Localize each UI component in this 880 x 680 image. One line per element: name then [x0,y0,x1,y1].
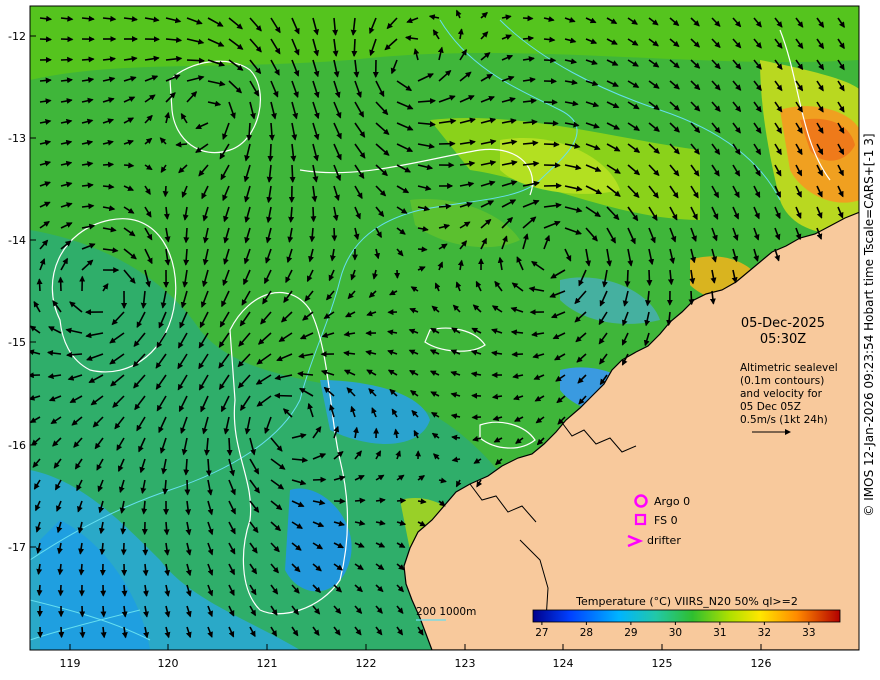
map-time: 05:30Z [760,332,806,347]
velocity-arrow [100,605,107,618]
y-tick-label: -13 [8,132,26,145]
map-date: 05-Dec-2025 [741,316,825,331]
velocity-arrow [417,246,428,253]
velocity-arrow [39,77,52,84]
x-tick-label: 121 [257,657,278,670]
velocity-arrow [354,497,366,504]
velocity-arrow [39,36,52,43]
velocity-arrow [438,203,452,210]
argo-label: Argo 0 [654,495,690,508]
colorbar-gradient [532,609,841,623]
x-tick-label: 120 [158,657,179,670]
velocity-arrow [183,227,190,244]
x-tick-label: 125 [652,657,673,670]
velocity-arrow [624,269,631,288]
velocity-arrow [142,542,149,556]
fs-label: FS 0 [654,514,678,527]
credit-strip: © IMOS 12-Jan-2026 09:23:54 Hobart time … [858,0,880,650]
velocity-arrow [646,269,653,287]
y-tick-label: -15 [8,336,26,349]
contour-key: 200 1000m [416,606,476,621]
velocity-arrow [79,626,86,639]
velocity-arrow [175,141,188,148]
velocity-arrow [162,185,169,198]
velocity-arrow [57,584,64,597]
x-tick-label: 122 [356,657,377,670]
sst-map: 119 120 121 122 123 124 125 126 -12 -13 … [8,5,860,670]
velocity-arrow [471,414,482,421]
colorbar-tick-label: 29 [624,627,637,639]
velocity-arrow [417,498,427,505]
velocity-arrow [310,206,317,223]
velocity-arrow [99,542,106,556]
velocity-arrow [78,563,85,576]
info-line: (0.1m contours) [740,375,824,387]
velocity-arrow [267,143,274,162]
velocity-arrow [274,392,293,399]
velocity-arrow [522,35,535,42]
drifter-label: drifter [647,534,681,547]
y-tick-label: -12 [8,30,26,43]
colorbar-tick-label: 28 [580,627,593,639]
velocity-arrow [543,57,557,64]
velocity-arrow [123,162,135,169]
velocity-arrow [471,392,482,399]
x-tick-label: 124 [553,657,574,670]
velocity-arrow [142,563,149,577]
velocity-arrow [289,164,296,183]
velocity-arrow [511,351,524,358]
velocity-arrow [183,458,190,476]
velocity-arrow [102,183,115,190]
velocity-arrow [121,584,128,597]
colorbar-tick-label: 30 [669,627,682,639]
velocity-arrow [57,276,64,292]
colorbar-tick-label: 32 [758,627,771,639]
velocity-arrow [60,56,74,63]
info-line: and velocity for [740,388,823,400]
velocity-arrow [184,479,191,496]
velocity-arrow [522,15,534,22]
velocity-arrow [186,57,205,64]
velocity-arrow [351,38,358,57]
velocity-arrow [331,227,338,242]
x-tick-label: 126 [751,657,772,670]
credit-text: © IMOS 12-Jan-2026 09:23:54 Hobart time … [862,133,876,517]
info-line: 05 Dec 05Z [740,401,801,413]
y-tick-label: -17 [8,541,26,554]
velocity-arrow [543,141,560,148]
velocity-arrow [36,278,43,292]
colorbar-tick-label: 33 [802,627,815,639]
velocity-arrow [226,437,233,456]
y-tick-label: -16 [8,439,26,452]
velocity-arrow [312,476,327,483]
x-tick-label: 123 [455,657,476,670]
velocity-arrow [543,36,556,43]
colorbar-title: Temperature (°C) VIIRS_N20 50% ql>=2 [575,595,798,608]
info-line: 0.5m/s (1kt 24h) [740,414,828,426]
y-tick-label: -14 [8,234,26,247]
velocity-arrow [36,584,43,597]
colorbar-tick-label: 31 [713,627,726,639]
velocity-arrow [396,497,407,504]
velocity-arrow [102,161,115,168]
velocity-arrow [163,521,170,536]
colorbar-tick-label: 27 [535,627,548,639]
velocity-arrow [58,626,65,639]
velocity-arrow [688,290,695,306]
velocity-arrow [81,56,95,63]
velocity-arrow [543,120,559,127]
velocity-arrow [451,434,461,441]
contour-key-label: 200 1000m [416,606,476,618]
x-tick-label: 119 [60,657,81,670]
info-line: Altimetric sealevel [740,362,838,374]
